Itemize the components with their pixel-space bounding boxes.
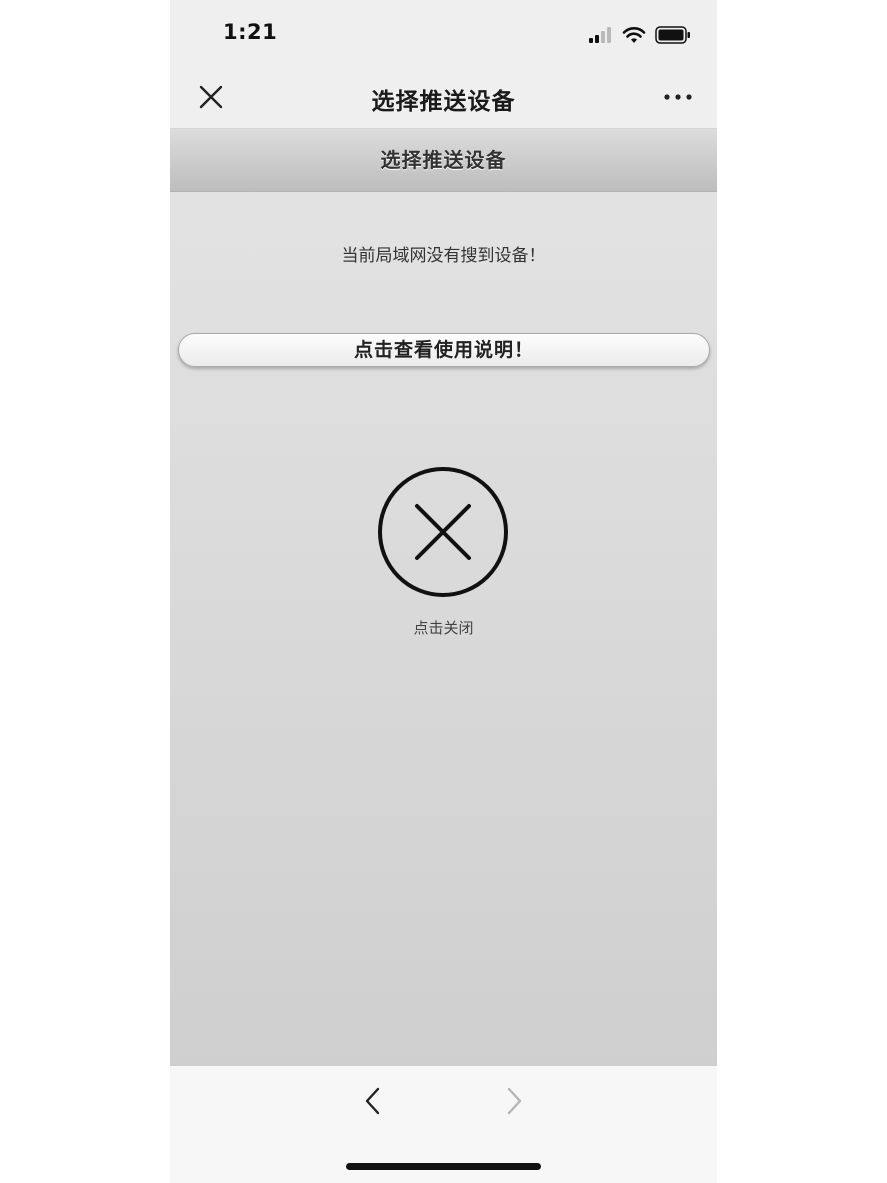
- battery-icon: [655, 26, 690, 44]
- wifi-icon: [622, 27, 646, 43]
- signal-icon: [589, 27, 611, 43]
- bottom-toolbar: [170, 1066, 717, 1183]
- page-title: 选择推送设备: [371, 89, 516, 115]
- home-indicator[interactable]: [346, 1163, 541, 1170]
- chevron-left-icon[interactable]: [362, 1086, 384, 1116]
- status-icons: [589, 24, 691, 46]
- close-circle-icon[interactable]: [377, 466, 509, 598]
- close-label[interactable]: 点击关闭: [170, 617, 717, 638]
- web-content: 选择推送设备 当前局域网没有搜到设备！ 点击查看使用说明！ 点击关闭: [170, 129, 717, 1066]
- status-time: 1:21: [223, 20, 278, 44]
- view-guide-button[interactable]: 点击查看使用说明！: [178, 333, 710, 367]
- status-bar: 1:21: [170, 0, 717, 68]
- phone-screen: 1:21 选择推送设备 选择推送设备 当前局域网没有搜到设备！ 点击查看使用说明…: [170, 0, 717, 1183]
- content-header-title: 选择推送设备: [380, 148, 507, 172]
- chevron-right-icon[interactable]: [503, 1086, 525, 1116]
- content-header: 选择推送设备: [170, 129, 717, 192]
- title-bar: 选择推送设备: [170, 68, 717, 129]
- more-icon[interactable]: [663, 93, 693, 101]
- no-device-message: 当前局域网没有搜到设备！: [341, 246, 546, 266]
